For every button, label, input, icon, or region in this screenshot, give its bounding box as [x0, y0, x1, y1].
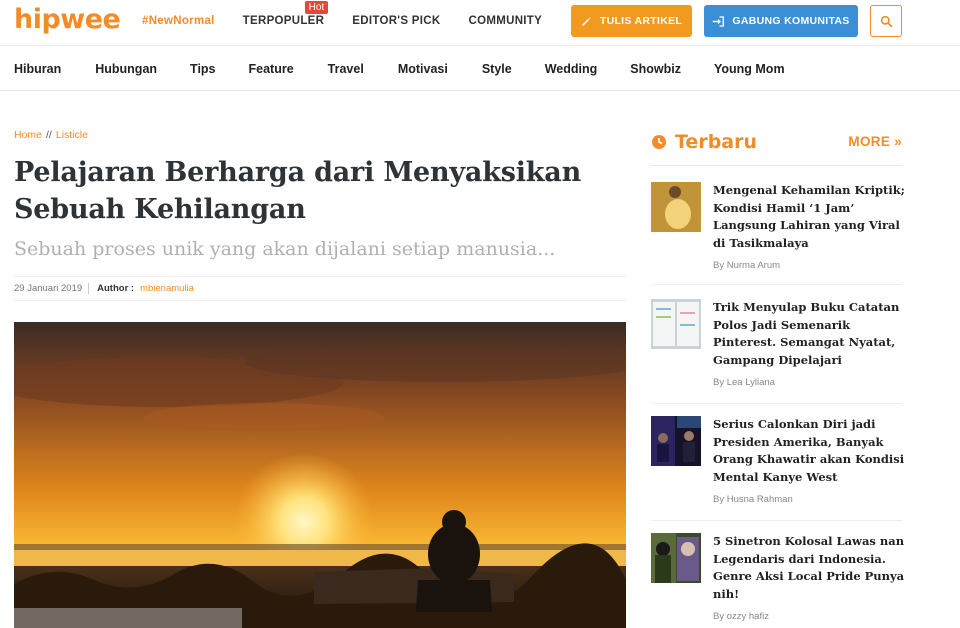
sidebar-item-author: By ozzy hafiz — [713, 611, 769, 622]
breadcrumb: Home // Listicle — [14, 129, 88, 141]
thumbnail — [651, 416, 701, 466]
double-chevron-right-icon: » — [894, 134, 902, 149]
more-label: MORE — [848, 134, 891, 149]
hipwee-logo[interactable]: hipwee — [14, 4, 121, 35]
search-icon — [880, 15, 892, 27]
article-meta: 29 Januari 2019 Author : mbienamulia — [14, 276, 626, 301]
thumbnail — [651, 533, 701, 583]
sidebar-item-author: By Nurma Arum — [713, 260, 781, 271]
gabung-komunitas-label: GABUNG KOMUNITAS — [732, 15, 850, 27]
nav-community[interactable]: COMMUNITY — [468, 15, 542, 27]
article-title: Pelajaran Berharga dari Menyaksikan Sebu… — [14, 157, 582, 225]
sunset-illustration — [14, 322, 626, 628]
nav-terpopuler-label: TERPOPULER — [242, 15, 325, 27]
sidebar-item-title: 5 Sinetron Kolosal Lawas nan Legendaris … — [713, 534, 905, 601]
tulis-artikel-label: TULIS ARTIKEL — [599, 15, 683, 27]
pencil-icon — [582, 16, 591, 26]
category-young-mom[interactable]: Young Mom — [714, 62, 785, 76]
category-feature[interactable]: Feature — [249, 62, 294, 76]
top-header: hipwee #NewNormal TERPOPULER Hot EDITOR'… — [0, 0, 960, 46]
sidebar-item-title: Mengenal Kehamilan Kriptik; Kondisi Hami… — [713, 183, 905, 250]
more-link[interactable]: MORE » — [848, 134, 902, 149]
sign-in-icon — [713, 15, 725, 27]
category-hubungan[interactable]: Hubungan — [95, 62, 157, 76]
sidebar-item-title: Trik Menyulap Buku Catatan Polos Jadi Se… — [713, 300, 900, 367]
nav-editors-pick[interactable]: EDITOR'S PICK — [352, 15, 440, 27]
hero-image — [14, 322, 626, 628]
divider — [651, 284, 902, 285]
breadcrumb-home[interactable]: Home — [14, 129, 42, 141]
author-link[interactable]: mbienamulia — [140, 283, 194, 294]
category-hiburan[interactable]: Hiburan — [14, 62, 61, 76]
hot-badge: Hot — [304, 1, 329, 14]
sidebar-item-author: By Husna Rahman — [713, 494, 793, 505]
sidebar-heading: Terbaru MORE » — [651, 128, 902, 166]
nav-newnormal[interactable]: #NewNormal — [142, 15, 215, 27]
breadcrumb-listicle[interactable]: Listicle — [56, 129, 88, 141]
article-subtitle: Sebuah proses unik yang akan dijalani se… — [14, 238, 556, 260]
thumbnail — [651, 299, 701, 349]
category-style[interactable]: Style — [482, 62, 512, 76]
clock-icon — [652, 135, 666, 149]
category-showbiz[interactable]: Showbiz — [630, 62, 681, 76]
search-button[interactable] — [870, 5, 902, 37]
tulis-artikel-button[interactable]: TULIS ARTIKEL — [571, 5, 692, 37]
sidebar-item-author: By Lea Lyliana — [713, 377, 775, 388]
category-nav: Hiburan Hubungan Tips Feature Travel Mot… — [0, 47, 960, 91]
sidebar-item-title: Serius Calonkan Diri jadi Presiden Ameri… — [713, 417, 905, 484]
thumbnail — [651, 182, 701, 232]
category-wedding[interactable]: Wedding — [545, 62, 598, 76]
divider — [651, 520, 902, 521]
category-tips[interactable]: Tips — [190, 62, 215, 76]
top-nav: #NewNormal TERPOPULER Hot EDITOR'S PICK … — [142, 1, 570, 27]
breadcrumb-separator: // — [46, 129, 52, 141]
nav-terpopuler[interactable]: TERPOPULER Hot — [242, 1, 329, 27]
author-label: Author : — [97, 283, 135, 294]
category-motivasi[interactable]: Motivasi — [398, 62, 448, 76]
terbaru-label: Terbaru — [675, 131, 758, 153]
category-travel[interactable]: Travel — [328, 62, 364, 76]
divider — [651, 403, 902, 404]
publish-date: 29 Januari 2019 — [14, 283, 90, 294]
gabung-komunitas-button[interactable]: GABUNG KOMUNITAS — [704, 5, 858, 37]
